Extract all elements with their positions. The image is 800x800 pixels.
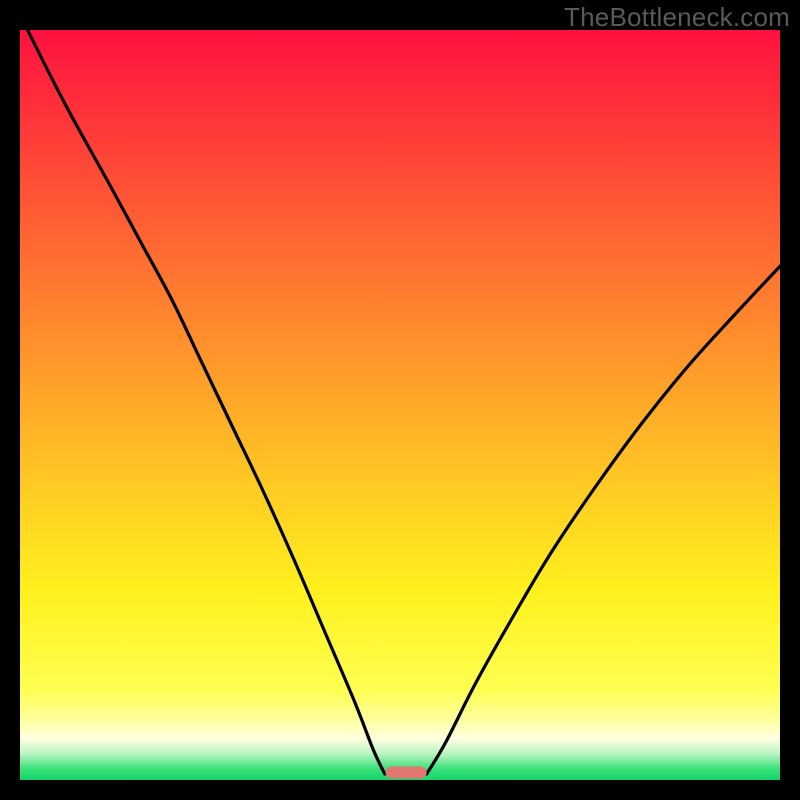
marker-pill	[386, 767, 427, 779]
chart-figure: TheBottleneck.com	[0, 0, 800, 800]
chart-canvas	[0, 0, 800, 800]
watermark-text: TheBottleneck.com	[564, 2, 790, 33]
plot-background	[20, 30, 780, 780]
